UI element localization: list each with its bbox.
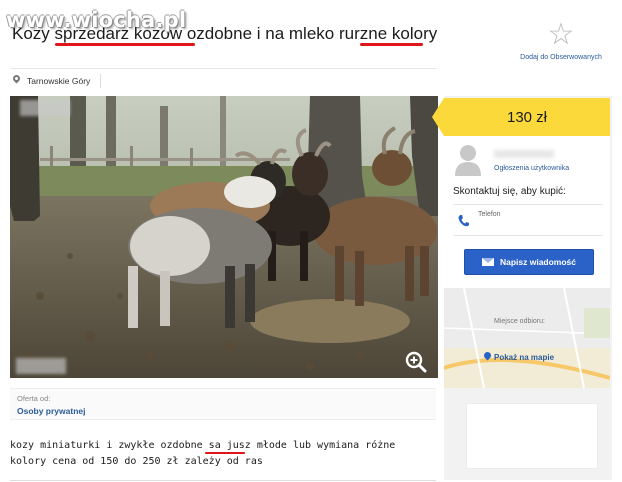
offer-from-label: Oferta od: xyxy=(17,394,51,403)
seller-ads-link[interactable]: Ogłoszenia użytkownika xyxy=(494,165,569,172)
show-map-label: Pokaż na mapie xyxy=(494,352,555,362)
pickup-label: Miejsce odbioru: xyxy=(494,318,545,325)
location-label: Tarnowskie Góry xyxy=(27,76,91,86)
envelope-icon xyxy=(481,258,494,266)
map-pin-icon xyxy=(484,352,491,362)
phone-label[interactable]: Telefon xyxy=(478,211,501,218)
phone-icon xyxy=(458,215,469,227)
blurred-watermark xyxy=(20,100,70,116)
price-tag: 130 zł xyxy=(432,98,610,136)
title-part-error: rurzne xyxy=(338,24,388,43)
description-part: młode lub wymiana różne xyxy=(250,440,396,451)
divider xyxy=(100,74,102,88)
map-background xyxy=(444,288,610,388)
show-map-link[interactable]: Pokaż na mapie xyxy=(484,352,554,362)
ad-placeholder xyxy=(466,403,598,469)
sidebar: 130 zł Ogłoszenia użytkownika Skontaktuj… xyxy=(432,96,612,480)
listing-description: kozy miniaturki i zwykłe ozdobne sa jusz… xyxy=(10,438,430,470)
location-pin-icon xyxy=(12,75,21,87)
error-underline xyxy=(205,452,245,454)
description-part: kozy miniaturki i zwykłe ozdobne s xyxy=(10,440,215,451)
zoom-in-icon[interactable] xyxy=(404,350,428,374)
watermark: www.wiocha.pl xyxy=(6,8,187,32)
title-part: kolory xyxy=(387,24,438,43)
goats-photo xyxy=(10,96,438,378)
title-part: ozdobne i na mleko xyxy=(182,24,339,43)
blurred-watermark xyxy=(16,358,66,374)
description-part-error: a jusz xyxy=(214,440,251,451)
favorites-label: Dodaj do Obserwowanych xyxy=(520,54,602,61)
description-line: kolory cena od 150 do 250 zł zależy od r… xyxy=(10,456,263,467)
divider xyxy=(453,204,603,205)
blurred-username xyxy=(494,150,554,158)
error-underline xyxy=(360,43,423,46)
send-message-label: Napisz wiadomość xyxy=(499,257,577,267)
send-message-button[interactable]: Napisz wiadomość xyxy=(464,249,594,275)
contact-heading: Skontaktuj się, aby kupić: xyxy=(453,186,566,197)
offer-from-value[interactable]: Osoby prywatnej xyxy=(17,406,86,416)
add-to-favorites[interactable]: ☆ Dodaj do Obserwowanych xyxy=(510,18,612,61)
pickup-map[interactable]: Miejsce odbioru: Pokaż na mapie xyxy=(444,288,610,388)
error-underline xyxy=(55,43,195,46)
star-outline-icon: ☆ xyxy=(547,18,575,51)
divider xyxy=(10,68,436,69)
divider xyxy=(10,480,436,481)
location: Tarnowskie Góry xyxy=(12,73,102,89)
offer-info: Oferta od: Osoby prywatnej xyxy=(10,388,436,420)
user-avatar-icon xyxy=(455,145,481,176)
divider xyxy=(453,235,603,236)
listing-page: www.wiocha.pl Kozy sprzedarz kozow ozdob… xyxy=(0,0,622,482)
listing-photo[interactable] xyxy=(10,96,438,378)
